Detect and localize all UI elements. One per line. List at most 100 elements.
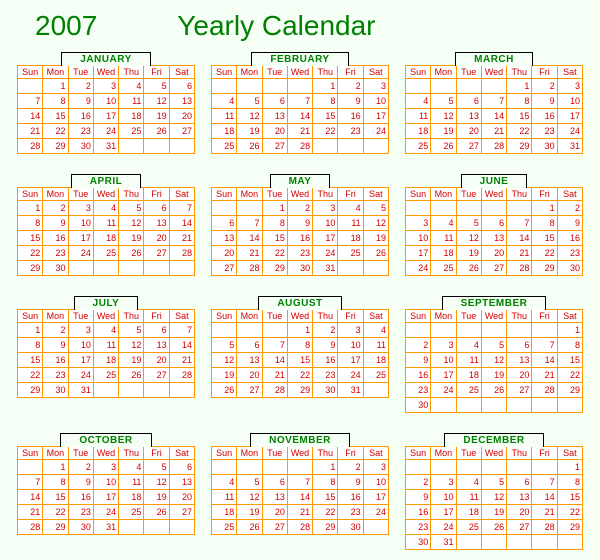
- day-cell: 4: [93, 323, 118, 338]
- month-block: OCTOBERSunMonTueWedThuFriSat123456789101…: [15, 433, 197, 550]
- day-cell: 14: [507, 231, 532, 246]
- day-cell: 1: [287, 323, 312, 338]
- day-cell: 5: [237, 475, 262, 490]
- day-cell: 8: [313, 475, 338, 490]
- day-cell: 27: [507, 520, 532, 535]
- day-cell: 12: [431, 109, 456, 124]
- month-grid: SunMonTueWedThuFriSat1234567891011121314…: [405, 446, 583, 550]
- day-cell: [119, 261, 144, 276]
- day-cell: 5: [363, 201, 388, 216]
- day-cell: 24: [338, 368, 363, 383]
- day-cell: 8: [18, 216, 43, 231]
- month-grid: SunMonTueWedThuFriSat1234567891011121314…: [17, 309, 195, 398]
- day-cell: [237, 79, 262, 94]
- month-grid: SunMonTueWedThuFriSat1234567891011121314…: [17, 446, 195, 535]
- day-cell: 7: [287, 94, 312, 109]
- day-cell: 10: [93, 94, 118, 109]
- day-header: Wed: [287, 310, 312, 323]
- day-cell: 3: [431, 338, 456, 353]
- day-cell: 24: [406, 261, 431, 276]
- day-cell: 11: [431, 231, 456, 246]
- day-cell: 26: [212, 383, 237, 398]
- day-cell: 16: [406, 368, 431, 383]
- year-label: 2007: [35, 10, 97, 42]
- month-name-tab: NOVEMBER: [250, 433, 350, 447]
- day-cell: [456, 460, 481, 475]
- day-cell: 26: [144, 505, 169, 520]
- month-name-tab: JULY: [74, 296, 139, 310]
- day-cell: [406, 323, 431, 338]
- day-cell: 16: [338, 109, 363, 124]
- month-grid: SunMonTueWedThuFriSat1234567891011121314…: [405, 65, 583, 154]
- day-header: Fri: [338, 310, 363, 323]
- day-header: Fri: [144, 188, 169, 201]
- day-cell: 21: [169, 353, 194, 368]
- day-cell: 24: [557, 124, 582, 139]
- day-cell: 2: [406, 475, 431, 490]
- day-cell: 5: [212, 338, 237, 353]
- day-cell: 17: [431, 505, 456, 520]
- day-cell: 15: [43, 490, 68, 505]
- day-header: Fri: [532, 66, 557, 79]
- day-cell: 27: [262, 139, 287, 154]
- day-cell: 27: [144, 246, 169, 261]
- day-cell: 25: [119, 124, 144, 139]
- month-block: FEBRUARYSunMonTueWedThuFriSat12345678910…: [209, 52, 391, 154]
- day-cell: 22: [43, 124, 68, 139]
- day-cell: 13: [456, 109, 481, 124]
- month-grid: SunMonTueWedThuFriSat1234567891011121314…: [211, 187, 389, 276]
- day-cell: [237, 323, 262, 338]
- day-cell: 5: [431, 94, 456, 109]
- day-cell: 14: [532, 353, 557, 368]
- day-cell: 14: [532, 490, 557, 505]
- day-cell: 10: [431, 490, 456, 505]
- month-block: MARCHSunMonTueWedThuFriSat12345678910111…: [403, 52, 585, 154]
- day-cell: 18: [119, 490, 144, 505]
- day-cell: 3: [363, 460, 388, 475]
- day-cell: [481, 79, 506, 94]
- day-cell: 28: [169, 246, 194, 261]
- day-cell: 9: [43, 338, 68, 353]
- day-header: Sat: [557, 66, 582, 79]
- day-header: Wed: [93, 66, 118, 79]
- day-header: Fri: [338, 66, 363, 79]
- day-cell: 29: [287, 383, 312, 398]
- day-cell: 13: [262, 109, 287, 124]
- day-cell: [262, 323, 287, 338]
- month-name-tab: MARCH: [455, 52, 533, 66]
- day-cell: [144, 520, 169, 535]
- day-cell: 12: [237, 109, 262, 124]
- day-cell: 9: [68, 94, 93, 109]
- day-cell: 17: [363, 490, 388, 505]
- day-cell: 24: [363, 124, 388, 139]
- day-cell: 12: [481, 353, 506, 368]
- day-cell: 3: [431, 475, 456, 490]
- day-cell: [119, 139, 144, 154]
- month-block: APRILSunMonTueWedThuFriSat12345678910111…: [15, 174, 197, 276]
- day-cell: 23: [287, 246, 312, 261]
- day-cell: 13: [169, 94, 194, 109]
- day-cell: 3: [338, 323, 363, 338]
- day-cell: 27: [456, 139, 481, 154]
- month-block: JULYSunMonTueWedThuFriSat123456789101112…: [15, 296, 197, 413]
- day-cell: 19: [144, 490, 169, 505]
- day-cell: 7: [18, 475, 43, 490]
- day-cell: 31: [93, 520, 118, 535]
- day-cell: 14: [237, 231, 262, 246]
- day-cell: 22: [532, 246, 557, 261]
- day-cell: 28: [507, 261, 532, 276]
- day-cell: 2: [313, 323, 338, 338]
- day-cell: 2: [43, 201, 68, 216]
- day-cell: 29: [18, 383, 43, 398]
- day-cell: 7: [262, 338, 287, 353]
- day-header: Tue: [68, 310, 93, 323]
- day-cell: 25: [431, 261, 456, 276]
- day-cell: 16: [313, 353, 338, 368]
- page-title: Yearly Calendar: [177, 10, 375, 42]
- day-cell: 8: [532, 216, 557, 231]
- day-cell: 14: [18, 490, 43, 505]
- day-cell: 22: [313, 124, 338, 139]
- day-cell: 24: [313, 246, 338, 261]
- day-header: Thu: [313, 66, 338, 79]
- day-cell: 2: [43, 323, 68, 338]
